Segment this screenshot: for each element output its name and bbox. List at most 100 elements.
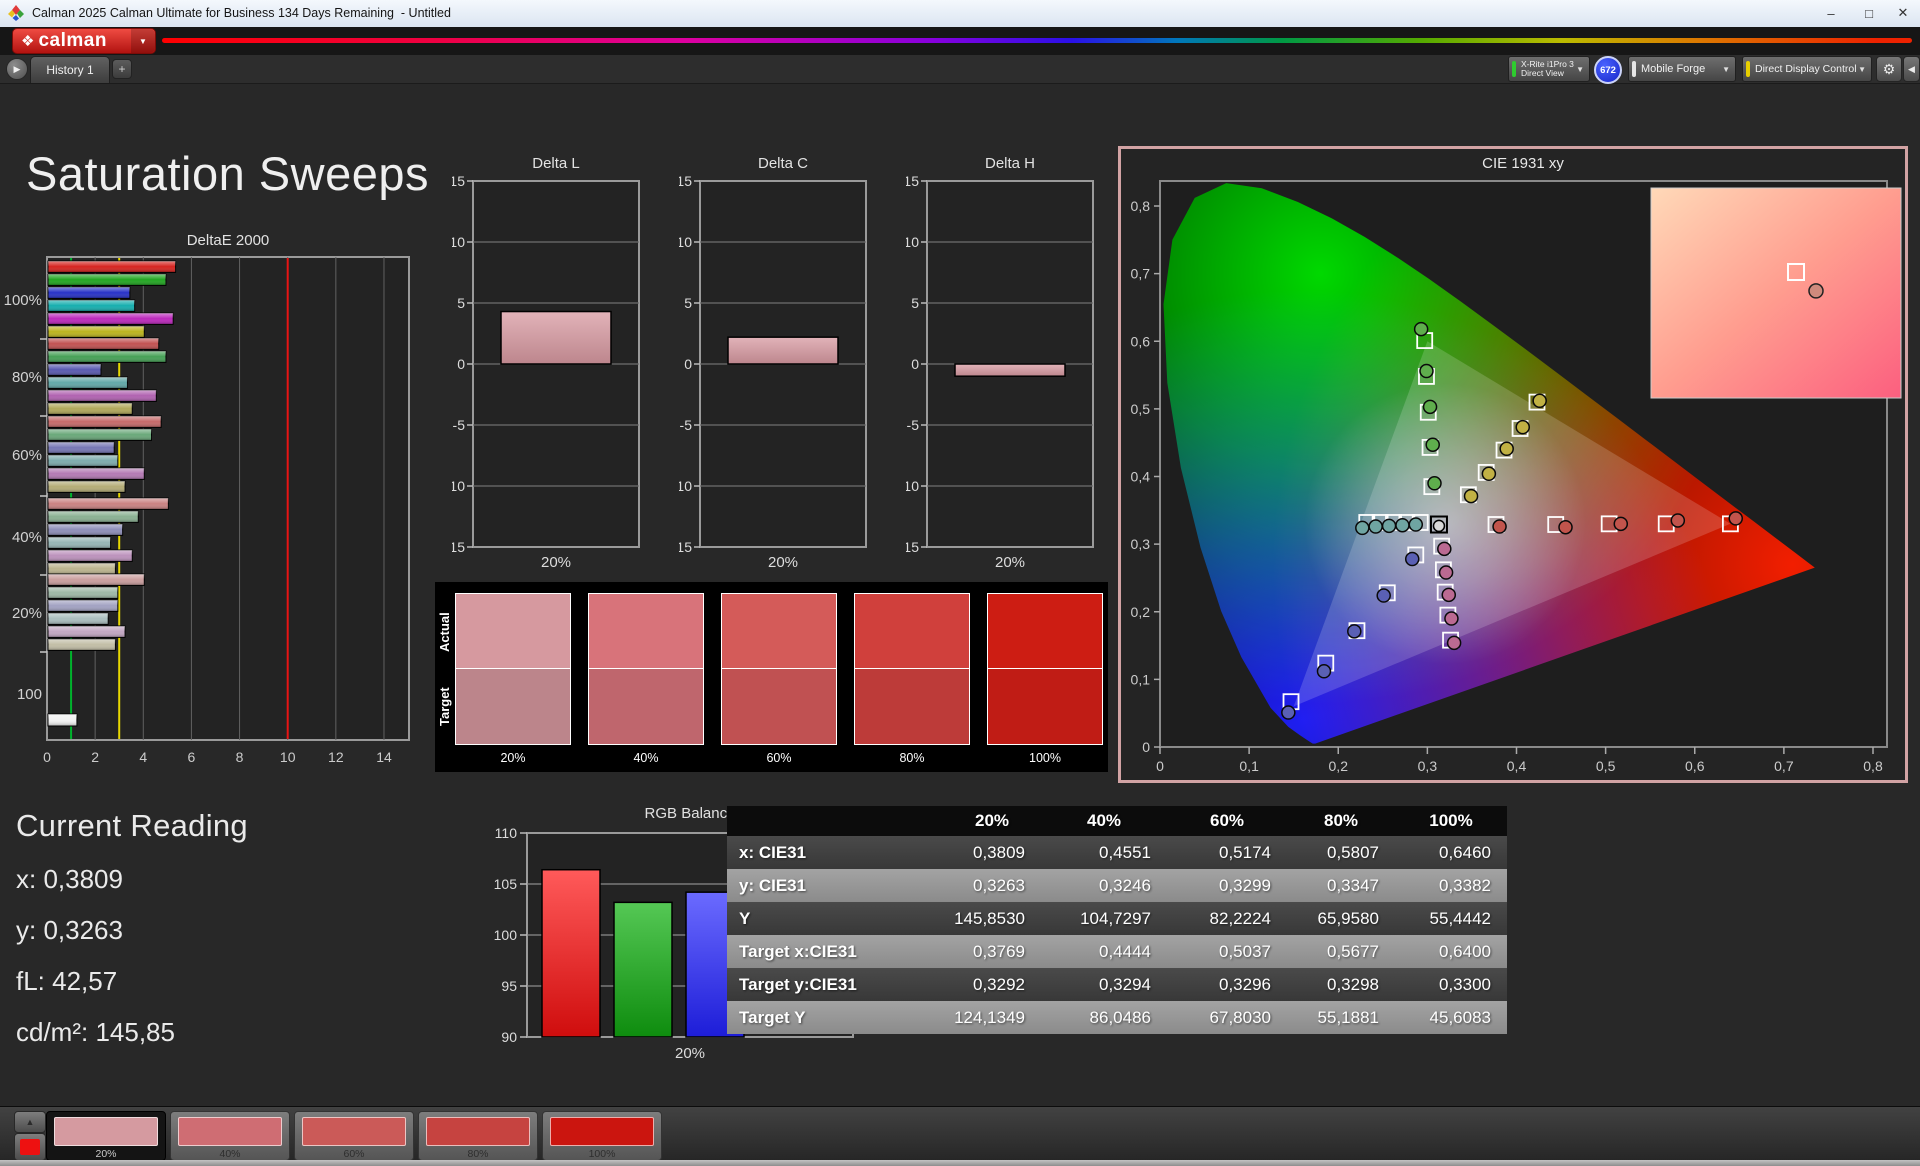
pattern-panel-up-button[interactable]: ▲ xyxy=(14,1111,46,1133)
y-tick-label: 0,2 xyxy=(1131,604,1151,620)
measured-point-cyan xyxy=(1369,520,1382,533)
patch-button-80%[interactable]: 80% xyxy=(418,1111,538,1161)
measured-point-magenta xyxy=(1438,542,1451,555)
display-control-dropdown[interactable]: Direct Display Control ▼ xyxy=(1742,56,1872,82)
minimize-button[interactable]: – xyxy=(1814,0,1848,26)
row-label: Target Y xyxy=(727,1001,943,1034)
measured-point-yellow xyxy=(1482,467,1495,480)
measured-point-yellow xyxy=(1516,421,1529,434)
meter-count-badge[interactable]: 672 xyxy=(1594,56,1622,84)
y-tick-label: 0,8 xyxy=(1131,198,1151,214)
y-tick-label: 0,7 xyxy=(1131,266,1151,282)
chevron-down-icon: ▼ xyxy=(1858,65,1871,74)
badge-value: 672 xyxy=(1600,65,1616,76)
chevron-down-icon: ▼ xyxy=(131,29,155,53)
source-name: Mobile Forge xyxy=(1641,63,1705,75)
y-tick-label: 0 xyxy=(457,356,465,372)
up-arrow-icon: ▲ xyxy=(26,1117,35,1127)
y-tick-label: -15 xyxy=(679,539,692,555)
measured-point-yellow xyxy=(1500,442,1513,455)
close-button[interactable]: ✕ xyxy=(1886,0,1920,26)
chevron-down-icon: ▼ xyxy=(1722,65,1735,74)
settings-button[interactable]: ⚙ xyxy=(1876,56,1902,82)
patch-button-60%[interactable]: 60% xyxy=(294,1111,414,1161)
patch-label: 20% xyxy=(47,1148,165,1160)
collapse-panel-button[interactable]: ◀ xyxy=(1903,56,1920,82)
measured-point-green xyxy=(1426,438,1439,451)
bar-gloss xyxy=(48,300,135,311)
cell-value: 0,3382 xyxy=(1395,869,1507,902)
cell-value: 0,3292 xyxy=(943,968,1041,1001)
table-header: 20% xyxy=(943,806,1041,836)
row-label: y: CIE31 xyxy=(727,869,943,902)
measured-point-blue xyxy=(1406,553,1419,566)
window-title: Calman 2025 Calman Ultimate for Business… xyxy=(32,6,451,20)
current-reading-title: Current Reading xyxy=(16,808,248,844)
bar-gloss xyxy=(48,587,118,598)
bar-gloss xyxy=(48,390,156,401)
row-label: Target y:CIE31 xyxy=(727,968,943,1001)
y-tick-label: 10 xyxy=(452,234,465,250)
actual-swatch xyxy=(987,593,1103,669)
measured-point-green xyxy=(1420,365,1433,378)
measured-point-red xyxy=(1559,521,1572,534)
reading-y: y: 0,3263 xyxy=(16,915,248,946)
x-tick-label: 2 xyxy=(91,749,99,765)
measured-point-red xyxy=(1493,520,1506,533)
display-control-status-stripe xyxy=(1746,61,1750,77)
bar-gloss xyxy=(48,613,108,624)
patch-button-40%[interactable]: 40% xyxy=(170,1111,290,1161)
calman-logo-text: calman xyxy=(38,30,106,52)
patch-button-20%[interactable]: 20% xyxy=(46,1111,166,1161)
app-header: ❖ calman ▼ xyxy=(0,27,1920,55)
bar-gloss xyxy=(48,481,125,492)
target-swatch xyxy=(987,669,1103,745)
cell-value: 0,3298 xyxy=(1287,968,1395,1001)
table-header: 100% xyxy=(1395,806,1507,836)
measured-point-green xyxy=(1415,323,1428,336)
y-tick-label: 90 xyxy=(501,1029,517,1045)
page-title: Saturation Sweeps xyxy=(26,146,429,201)
reading-cdm2: cd/m²: 145,85 xyxy=(16,1017,248,1048)
patch-chip xyxy=(178,1117,282,1146)
tab-history-1[interactable]: History 1 xyxy=(30,56,110,83)
cell-value: 45,6083 xyxy=(1395,1001,1507,1034)
delta_l-bar xyxy=(501,312,611,364)
panel-expand-button[interactable]: ▶ xyxy=(6,58,28,80)
add-tab-button[interactable]: + xyxy=(112,59,132,79)
x-tick-label: 6 xyxy=(188,749,196,765)
patch-button-100%[interactable]: 100% xyxy=(542,1111,662,1161)
cell-value: 55,1881 xyxy=(1287,1001,1395,1034)
cie-chart: CIE 1931 xy00,10,20,30,40,50,60,70,800,1… xyxy=(1121,149,1905,785)
x-tick-label: 0,4 xyxy=(1507,758,1527,774)
source-dropdown[interactable]: Mobile Forge ▼ xyxy=(1628,56,1736,82)
bar-gloss xyxy=(48,364,101,375)
cell-value: 65,9580 xyxy=(1287,902,1395,935)
y-tick-label: 0,6 xyxy=(1131,333,1151,349)
chart-title: Delta C xyxy=(758,155,808,172)
current-patch-button[interactable] xyxy=(14,1133,46,1161)
cie-1931-panel[interactable]: CIE 1931 xy00,10,20,30,40,50,60,70,800,1… xyxy=(1118,146,1908,783)
group-label: 100% xyxy=(4,292,42,309)
swatch-label: 20% xyxy=(455,751,571,765)
chart-title: DeltaE 2000 xyxy=(187,232,270,249)
x-tick-label: 0,8 xyxy=(1863,758,1883,774)
measured-point-green xyxy=(1428,477,1441,490)
calman-menu-button[interactable]: ❖ calman ▼ xyxy=(12,28,156,54)
rgb-bar-Red xyxy=(542,870,600,1037)
x-tick-label: 0 xyxy=(1156,758,1164,774)
bottom-edge-strip xyxy=(0,1160,1920,1166)
x-category-label: 20% xyxy=(541,554,571,571)
cell-value: 0,3246 xyxy=(1041,869,1167,902)
bar-gloss xyxy=(48,563,115,574)
bar-gloss xyxy=(48,377,127,388)
table-row: x: CIE310,38090,45510,51740,58070,6460 xyxy=(727,836,1507,869)
y-tick-label: -5 xyxy=(907,417,920,433)
measured-point-yellow xyxy=(1533,394,1546,407)
maximize-button[interactable]: □ xyxy=(1852,0,1886,26)
table-row: Y145,8530104,729782,222465,958055,4442 xyxy=(727,902,1507,935)
measured-point-cyan xyxy=(1396,519,1409,532)
calman-logo-icon: ❖ xyxy=(21,32,34,50)
meter-dropdown[interactable]: X-Rite i1Pro 3 Direct View ▼ xyxy=(1508,56,1590,82)
bar-gloss xyxy=(48,574,144,585)
